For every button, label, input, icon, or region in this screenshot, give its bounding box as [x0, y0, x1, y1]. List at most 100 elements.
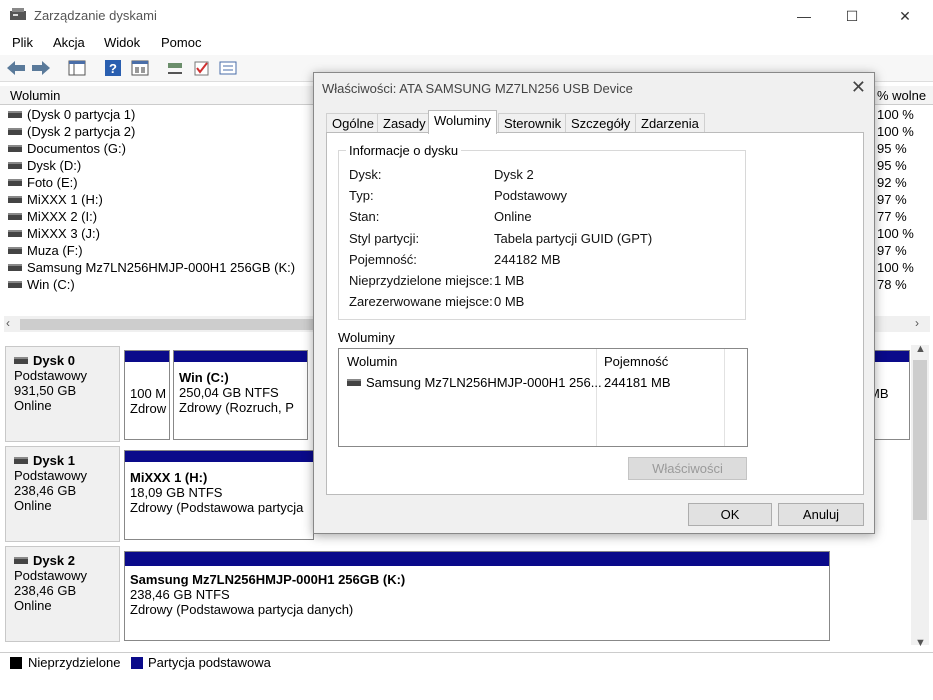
- menu-view[interactable]: Widok: [104, 35, 140, 50]
- disk-status: Online: [14, 498, 52, 513]
- scroll-down-icon[interactable]: ▼: [915, 637, 926, 649]
- properties-dialog: Właściwości: ATA SAMSUNG MZ7LN256 USB De…: [313, 72, 875, 534]
- console-tree-icon[interactable]: [67, 58, 87, 78]
- volume-name: (Dysk 2 partycja 2): [27, 124, 136, 139]
- tab-policies[interactable]: Zasady: [377, 113, 432, 133]
- drive-icon: [8, 179, 22, 187]
- volume-name: (Dysk 0 partycja 1): [27, 107, 136, 122]
- partition-title: Win (C:): [179, 370, 229, 385]
- volume-row[interactable]: MiXXX 3 (J:): [8, 226, 100, 243]
- partition-block[interactable]: 100 M Zdrow: [124, 350, 170, 440]
- disk-name: Dysk 2: [33, 553, 75, 568]
- disk-icon: [14, 557, 28, 565]
- menu-action[interactable]: Akcja: [53, 35, 85, 50]
- tab-volumes[interactable]: Woluminy: [428, 110, 497, 134]
- tab-events[interactable]: Zdarzenia: [635, 113, 705, 133]
- disk-size: 238,46 GB: [14, 483, 77, 498]
- connect-icon[interactable]: [165, 58, 185, 78]
- cancel-button[interactable]: Anuluj: [778, 503, 864, 526]
- free-percent-cell: 77 %: [877, 209, 907, 224]
- tab-driver[interactable]: Sterownik: [498, 113, 568, 133]
- dialog-close-icon[interactable]: ✕: [851, 77, 866, 98]
- info-value: 244182 MB: [494, 252, 561, 267]
- volume-row[interactable]: Foto (E:): [8, 175, 78, 192]
- partition-size: 18,09 GB NTFS: [130, 485, 223, 500]
- tab-details[interactable]: Szczegóły: [565, 113, 637, 133]
- menu-file[interactable]: Plik: [12, 35, 33, 50]
- column-header-volume[interactable]: Wolumin: [10, 88, 60, 103]
- scroll-left-icon[interactable]: ‹: [6, 316, 10, 330]
- menu-help[interactable]: Pomoc: [161, 35, 201, 50]
- drive-icon: [8, 162, 22, 170]
- disk-type: Podstawowy: [14, 368, 87, 383]
- column-header-capacity[interactable]: Pojemność: [604, 354, 668, 369]
- volume-row[interactable]: Muza (F:): [8, 243, 83, 260]
- properties-view-icon[interactable]: [130, 58, 150, 78]
- volume-row[interactable]: Documentos (G:): [8, 141, 126, 158]
- scroll-up-icon[interactable]: ▲: [915, 343, 926, 355]
- forward-icon[interactable]: [31, 58, 51, 78]
- window-title: Zarządzanie dyskami: [34, 8, 157, 23]
- partition-size: 250,04 GB NTFS: [179, 385, 279, 400]
- column-header-free-percent[interactable]: % wolne: [877, 88, 926, 103]
- partition-block[interactable]: Samsung Mz7LN256HMJP-000H1 256GB (K:) 23…: [124, 551, 830, 641]
- partition-status: Zdrowy (Podstawowa partycja danych): [130, 602, 354, 617]
- info-value: Dysk 2: [494, 167, 534, 182]
- partition-title: MiXXX 1 (H:): [130, 470, 208, 485]
- drive-icon: [8, 264, 22, 272]
- drive-icon: [8, 247, 22, 255]
- back-icon[interactable]: [6, 58, 26, 78]
- ok-button[interactable]: OK: [688, 503, 772, 526]
- free-percent-cell: 97 %: [877, 243, 907, 258]
- disk-status: Online: [14, 398, 52, 413]
- disk-name: Dysk 1: [33, 453, 75, 468]
- maximize-button[interactable]: ☐: [829, 0, 875, 32]
- volumes-listview[interactable]: [338, 348, 748, 447]
- primary-partition-swatch: [131, 657, 143, 669]
- dialog-title: Właściwości: ATA SAMSUNG MZ7LN256 USB De…: [322, 81, 633, 96]
- drive-icon: [8, 111, 22, 119]
- volume-name: Samsung Mz7LN256HMJP-000H1 256...: [366, 375, 602, 390]
- minimize-button[interactable]: —: [781, 0, 827, 32]
- disk-type: Podstawowy: [14, 568, 87, 583]
- volume-row[interactable]: Dysk (D:): [8, 158, 81, 175]
- drive-icon: [8, 145, 22, 153]
- vertical-scroll-thumb[interactable]: [913, 360, 927, 520]
- column-header-volume[interactable]: Wolumin: [347, 354, 397, 369]
- info-key: Nieprzydzielone miejsce:: [349, 273, 493, 288]
- disk-2-label[interactable]: Dysk 2 Podstawowy 238,46 GB Online: [5, 546, 120, 642]
- info-key: Dysk:: [349, 167, 382, 182]
- volume-row[interactable]: Win (C:): [8, 277, 75, 294]
- volume-row[interactable]: MiXXX 1 (H:): [8, 192, 103, 209]
- legend-unallocated: Nieprzydzielone: [28, 655, 121, 670]
- partition-block[interactable]: MiXXX 1 (H:) 18,09 GB NTFS Zdrowy (Podst…: [124, 450, 314, 540]
- checklist-icon[interactable]: [192, 58, 212, 78]
- disk-info-title: Informacje o dysku: [346, 143, 462, 158]
- volume-row[interactable]: MiXXX 2 (I:): [8, 209, 97, 226]
- help-icon[interactable]: ?: [103, 58, 123, 78]
- volume-name: Dysk (D:): [27, 158, 82, 173]
- partition-status: Zdrowy (Rozruch, P: [179, 400, 294, 415]
- drive-icon: [8, 196, 22, 204]
- horizontal-scroll-thumb[interactable]: [20, 319, 320, 330]
- list-view-icon[interactable]: [218, 58, 238, 78]
- partition-size: 100 M: [130, 386, 167, 401]
- disk-0-label[interactable]: Dysk 0 Podstawowy 931,50 GB Online: [5, 346, 120, 442]
- disk-type: Podstawowy: [14, 468, 87, 483]
- volume-row[interactable]: (Dysk 0 partycja 1): [8, 107, 135, 124]
- tab-general[interactable]: Ogólne: [326, 113, 380, 133]
- volume-list-item[interactable]: Samsung Mz7LN256HMJP-000H1 256...: [347, 375, 602, 390]
- close-button[interactable]: ✕: [882, 0, 928, 32]
- volume-name: MiXXX 3 (J:): [27, 226, 100, 241]
- volume-row[interactable]: Samsung Mz7LN256HMJP-000H1 256GB (K:): [8, 260, 295, 277]
- partition-block[interactable]: Win (C:) 250,04 GB NTFS Zdrowy (Rozruch,…: [173, 350, 308, 440]
- disk-1-label[interactable]: Dysk 1 Podstawowy 238,46 GB Online: [5, 446, 120, 542]
- scroll-right-icon[interactable]: ›: [915, 316, 919, 330]
- volume-row[interactable]: (Dysk 2 partycja 2): [8, 124, 135, 141]
- properties-button[interactable]: Właściwości: [628, 457, 747, 480]
- info-key: Styl partycji:: [349, 231, 420, 246]
- column-separator: [596, 349, 597, 446]
- drive-icon: [8, 128, 22, 136]
- free-percent-cell: 100 %: [877, 260, 914, 275]
- drive-icon: [8, 230, 22, 238]
